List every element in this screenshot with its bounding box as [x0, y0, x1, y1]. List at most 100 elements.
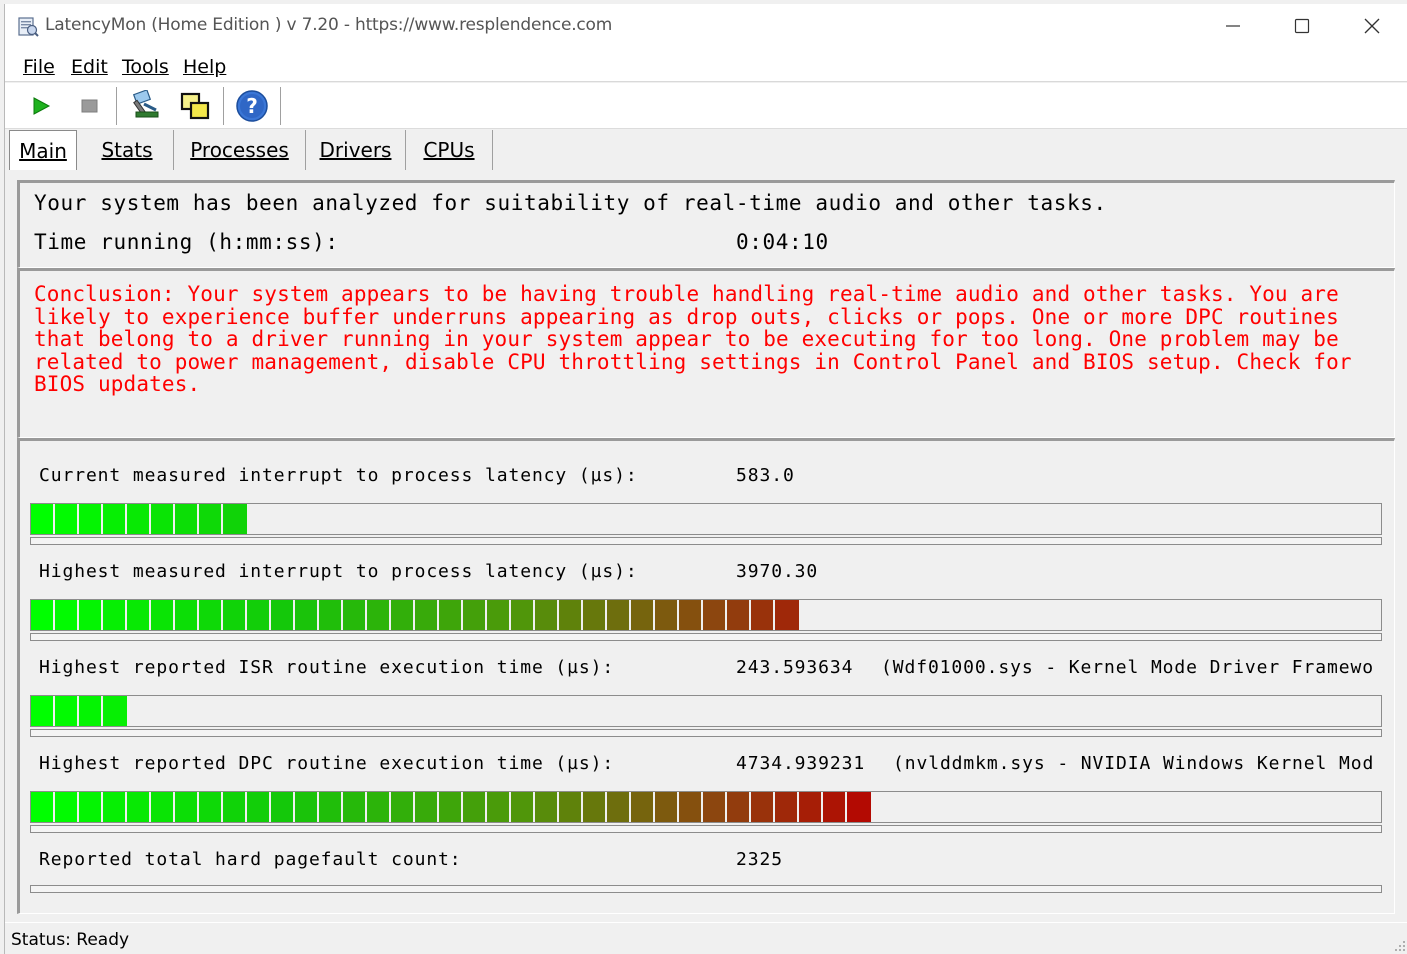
bar-segment [295, 600, 319, 630]
resize-grip-icon[interactable] [1392, 938, 1406, 952]
close-button[interactable] [1337, 4, 1407, 48]
divider [30, 825, 1382, 833]
bar-segment [175, 600, 199, 630]
highest-latency-label: Highest measured interrupt to process la… [39, 561, 638, 582]
status-bar: Status: Ready [5, 922, 1407, 954]
divider [30, 885, 1382, 893]
maximize-button[interactable] [1267, 4, 1337, 48]
bar-segment [439, 792, 463, 822]
highest-latency-bar [30, 599, 1382, 631]
bar-segment [607, 792, 631, 822]
tab-stats[interactable]: Stats [81, 130, 174, 170]
bar-segment [775, 792, 799, 822]
bar-segment [439, 600, 463, 630]
bar-segment [559, 792, 583, 822]
bar-segment [607, 600, 631, 630]
bar-segment [199, 600, 223, 630]
menu-edit[interactable]: Edit [71, 56, 108, 78]
highest-latency-value: 3970.30 [736, 561, 819, 582]
bar-segment [151, 792, 175, 822]
bar-segment [487, 600, 511, 630]
bar-segment [511, 792, 535, 822]
minimize-icon [1226, 25, 1240, 27]
bar-segment [343, 792, 367, 822]
bar-segment [631, 600, 655, 630]
window-title: LatencyMon (Home Edition ) v 7.20 - http… [45, 15, 613, 35]
bar-segment [727, 600, 751, 630]
bar-segment [367, 792, 391, 822]
dpc-time-label: Highest reported DPC routine execution t… [39, 753, 615, 774]
copy-button[interactable] [178, 89, 212, 123]
bar-segment [151, 504, 175, 534]
bar-segment [223, 792, 247, 822]
bar-segment [463, 792, 487, 822]
bar-segment [79, 696, 103, 726]
bar-segment [175, 792, 199, 822]
bar-segment [175, 504, 199, 534]
tab-drivers[interactable]: Drivers [306, 130, 406, 170]
start-button[interactable] [24, 89, 58, 123]
toolbar: ? [5, 83, 1407, 129]
bar-segment [727, 792, 751, 822]
menu-tools[interactable]: Tools [122, 56, 169, 78]
bar-segment [79, 600, 103, 630]
bar-segment [271, 600, 295, 630]
tab-cpus[interactable]: CPUs [406, 130, 493, 170]
menu-file[interactable]: File [23, 56, 55, 78]
dpc-driver-info: (nvlddmkm.sys - NVIDIA Windows Kernel Mo… [893, 753, 1375, 774]
tab-processes[interactable]: Processes [174, 130, 306, 170]
bar-segment [655, 600, 679, 630]
current-latency-label: Current measured interrupt to process la… [39, 465, 638, 486]
close-icon [1364, 18, 1380, 34]
analysis-headline: Your system has been analyzed for suitab… [34, 191, 1107, 215]
bar-segment [679, 600, 703, 630]
bar-segment [535, 792, 559, 822]
bar-segment [79, 792, 103, 822]
current-latency-value: 583.0 [736, 465, 795, 486]
summary-panel: Your system has been analyzed for suitab… [17, 180, 1395, 268]
dpc-time-bar [30, 791, 1382, 823]
bar-segment [127, 504, 151, 534]
menu-help[interactable]: Help [183, 56, 226, 78]
time-running-value: 0:04:10 [736, 230, 829, 254]
submit-button[interactable] [129, 89, 163, 123]
stop-button[interactable] [72, 89, 106, 123]
maximize-icon [1294, 18, 1310, 34]
tab-main[interactable]: Main [9, 130, 77, 170]
bar-segment [751, 600, 775, 630]
bar-segment [319, 600, 343, 630]
conclusion-text: Conclusion: Your system appears to be ha… [34, 282, 1352, 397]
minimize-button[interactable] [1198, 4, 1268, 48]
toolbar-separator [223, 87, 225, 125]
bar-segment [31, 504, 55, 534]
highest-latency-bar-fill [31, 600, 799, 630]
bar-segment [223, 504, 247, 534]
bar-segment [703, 600, 727, 630]
play-icon [33, 97, 51, 115]
latencymon-window: LatencyMon (Home Edition ) v 7.20 - http… [4, 4, 1407, 954]
help-button[interactable]: ? [235, 89, 269, 123]
bar-segment [103, 504, 127, 534]
svg-text:?: ? [246, 94, 258, 118]
bar-segment [247, 600, 271, 630]
bar-segment [247, 792, 271, 822]
bar-segment [103, 600, 127, 630]
isr-driver-info: (Wdf01000.sys - Kernel Mode Driver Frame… [881, 657, 1374, 678]
bar-segment [847, 792, 871, 822]
bar-segment [343, 600, 367, 630]
bar-segment [679, 792, 703, 822]
bar-segment [583, 792, 607, 822]
help-icon: ? [236, 90, 268, 122]
pagefault-value: 2325 [736, 849, 783, 870]
submit-icon [132, 90, 159, 118]
bar-segment [655, 792, 679, 822]
bar-segment [271, 792, 295, 822]
bar-segment [487, 792, 511, 822]
status-text: Status: Ready [11, 930, 130, 950]
divider [30, 537, 1382, 545]
divider [30, 729, 1382, 737]
bar-segment [823, 792, 847, 822]
title-bar[interactable]: LatencyMon (Home Edition ) v 7.20 - http… [5, 4, 1407, 48]
bar-segment [55, 696, 79, 726]
bar-segment [55, 792, 79, 822]
